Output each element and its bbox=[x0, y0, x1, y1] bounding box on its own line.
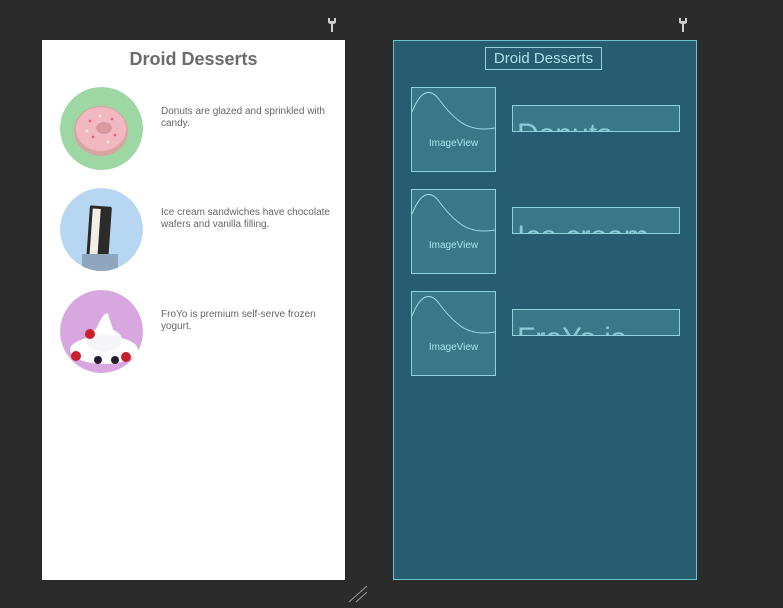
image-placeholder-icon bbox=[412, 295, 495, 334]
blueprint-row[interactable]: ImageView Donuts bbox=[394, 87, 696, 173]
blueprint-textview[interactable]: FroYo is bbox=[512, 309, 680, 336]
item-description: FroYo is premium self-serve frozen yogur… bbox=[161, 309, 316, 332]
resize-handle-icon[interactable] bbox=[348, 585, 368, 603]
froyo-image bbox=[60, 290, 143, 373]
blueprint-imageview[interactable]: ImageView bbox=[411, 291, 496, 376]
app-title: Droid Desserts bbox=[129, 49, 258, 69]
list-item-ice-cream-sandwich[interactable]: Ice cream sandwiches have chocolate wafe… bbox=[42, 188, 345, 274]
blueprint-textview[interactable]: Donuts bbox=[512, 105, 680, 132]
design-pin-icon[interactable] bbox=[327, 17, 337, 33]
image-placeholder-icon bbox=[412, 91, 495, 130]
imageview-label: ImageView bbox=[428, 240, 479, 251]
design-preview[interactable]: Droid Desserts Donuts are glazed and spr… bbox=[42, 40, 345, 580]
item-description: Donuts are glazed and sprinkled with can… bbox=[161, 106, 325, 129]
list-item-donut[interactable]: Donuts are glazed and sprinkled with can… bbox=[42, 87, 345, 173]
blueprint-imageview[interactable]: ImageView bbox=[411, 189, 496, 274]
blueprint-row[interactable]: ImageView FroYo is bbox=[394, 291, 696, 377]
blueprint-pin-icon[interactable] bbox=[678, 17, 688, 33]
imageview-label: ImageView bbox=[428, 342, 479, 353]
list-item-froyo[interactable]: FroYo is premium self-serve frozen yogur… bbox=[42, 290, 345, 376]
blueprint-text: Ice cream bbox=[517, 222, 649, 234]
blueprint-title[interactable]: Droid Desserts bbox=[485, 47, 602, 70]
donut-image bbox=[60, 87, 143, 170]
blueprint-text: Donuts bbox=[517, 120, 612, 132]
image-placeholder-icon bbox=[412, 193, 495, 232]
blueprint-view[interactable]: Droid Desserts ImageView Donuts ImageVie… bbox=[393, 40, 697, 580]
blueprint-textview[interactable]: Ice cream bbox=[512, 207, 680, 234]
blueprint-row[interactable]: ImageView Ice cream bbox=[394, 189, 696, 275]
ice-cream-sandwich-image bbox=[60, 188, 143, 271]
blueprint-text: FroYo is bbox=[517, 324, 626, 336]
blueprint-imageview[interactable]: ImageView bbox=[411, 87, 496, 172]
item-description: Ice cream sandwiches have chocolate wafe… bbox=[161, 207, 330, 230]
imageview-label: ImageView bbox=[428, 138, 479, 149]
